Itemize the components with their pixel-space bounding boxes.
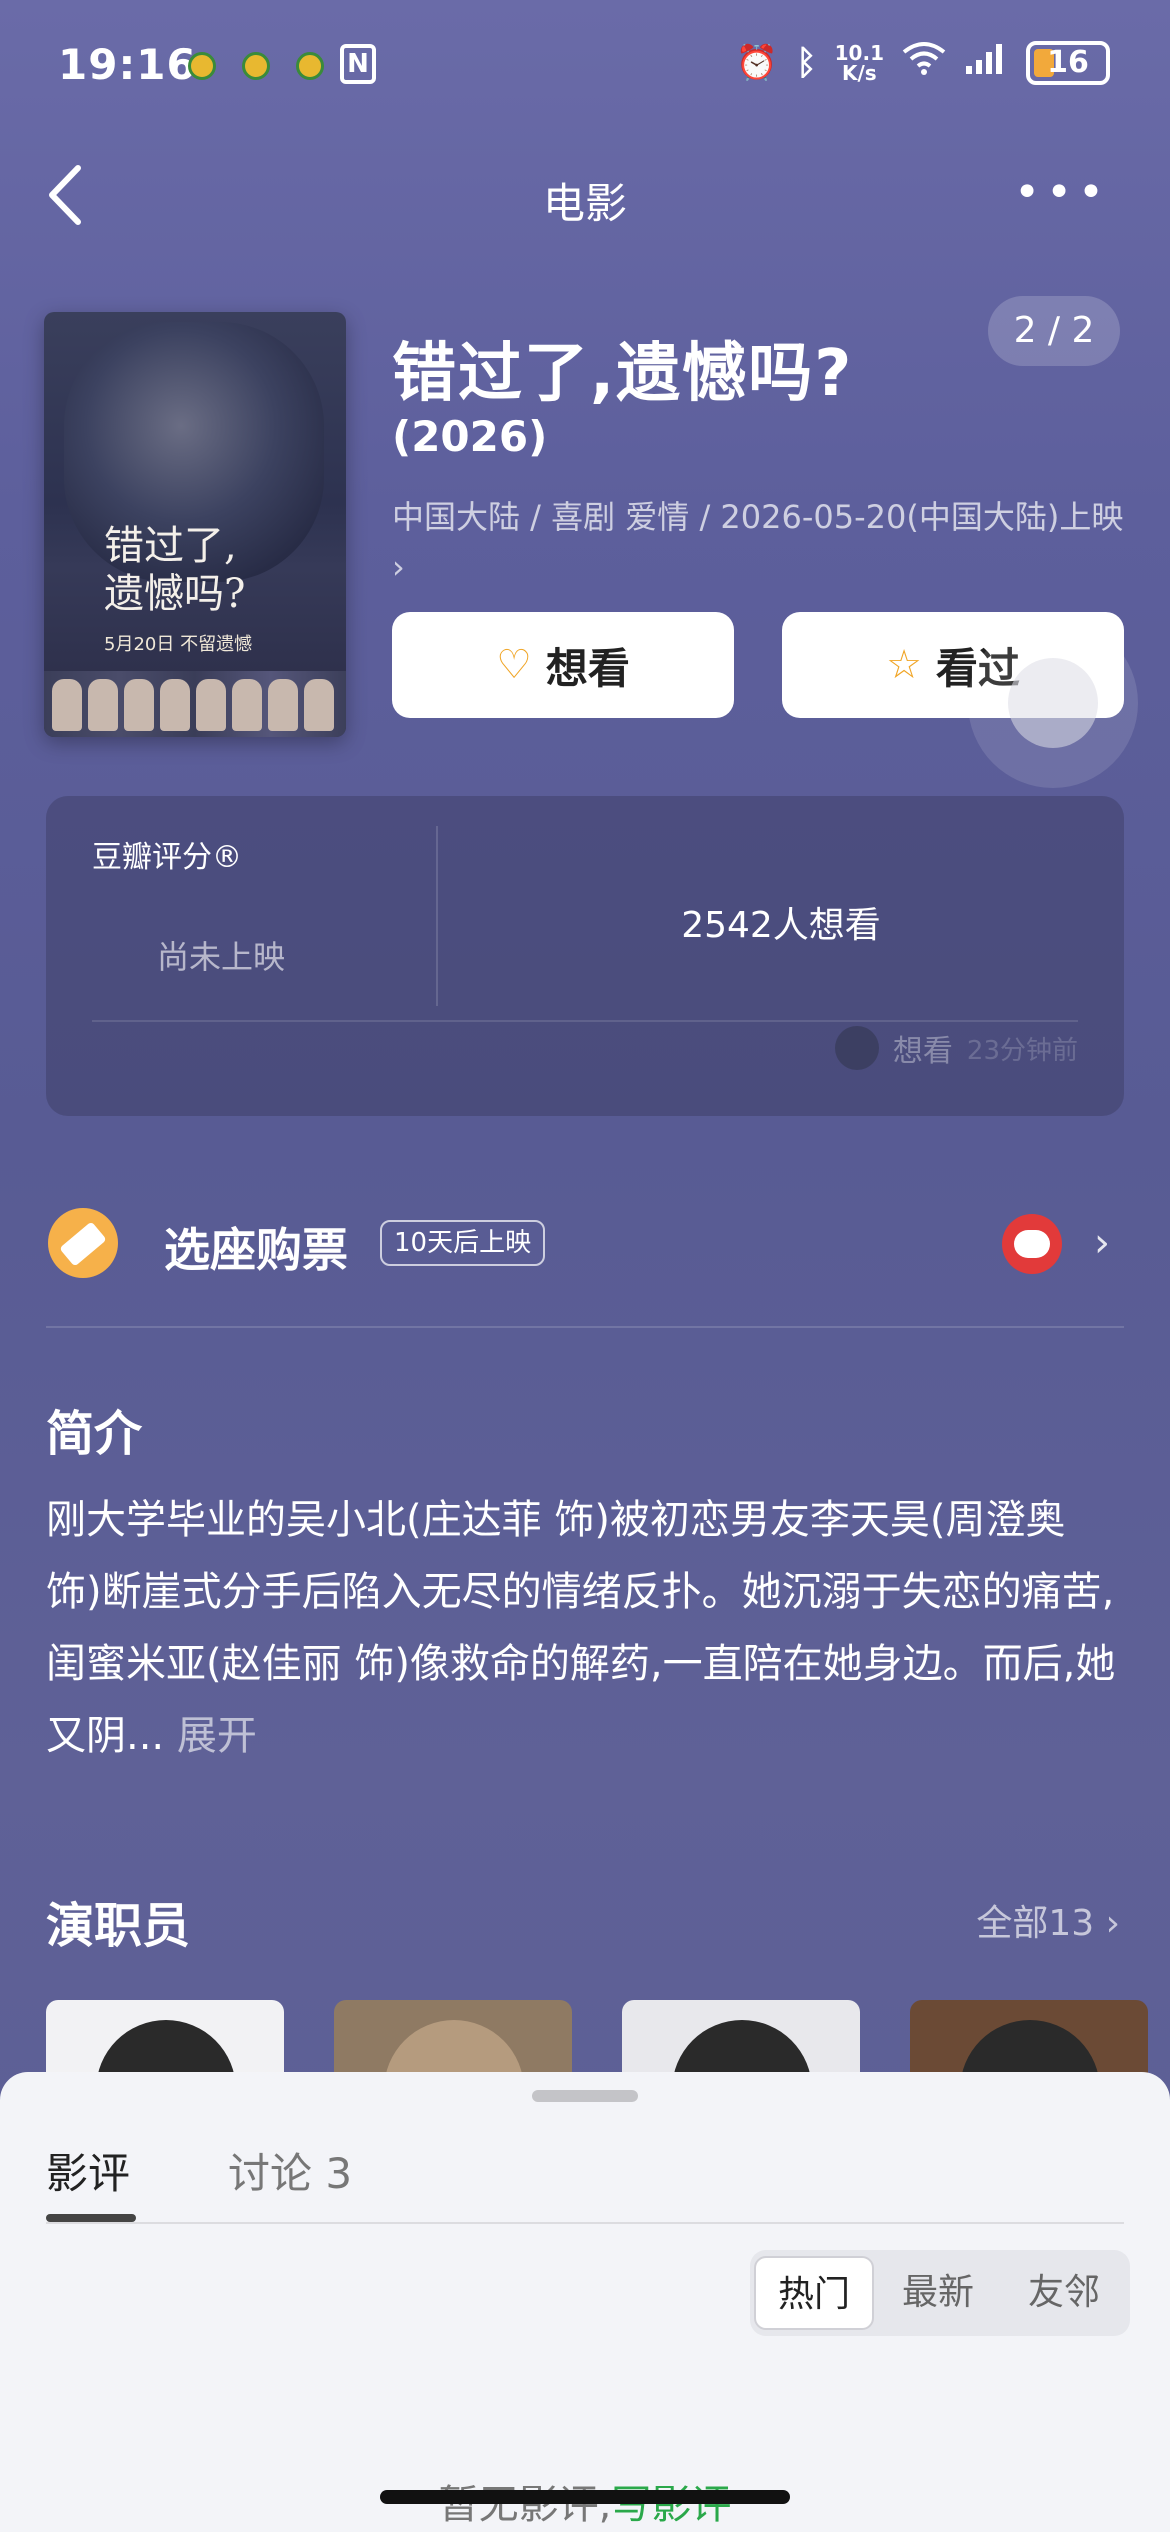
maoyan-cat-icon	[1002, 1214, 1062, 1274]
cast-card[interactable]	[46, 2000, 284, 2080]
want-label: 想看	[545, 643, 630, 693]
poster-cast-strip	[44, 671, 346, 737]
synopsis-text: 刚大学毕业的吴小北(庄达菲 饰)被初恋男友李天昊(周澄奥 饰)断崖式分手后陷入无…	[46, 1484, 1126, 1772]
battery-percent: 16	[1047, 44, 1089, 80]
ticket-icon	[48, 1208, 118, 1278]
tab-reviews[interactable]: 影评	[46, 2140, 130, 2201]
cast-view-all-link[interactable]: 全部13 ›	[976, 1894, 1120, 1946]
release-countdown-badge: 10天后上映	[380, 1220, 546, 1266]
empty-text: 暂无影评,	[438, 2482, 612, 2528]
rating-hdivider	[92, 1020, 1078, 1022]
cast-photo	[96, 2020, 236, 2080]
cast-card[interactable]	[910, 2000, 1148, 2080]
want-count: 2542人想看	[681, 905, 881, 946]
app-notification-icon	[296, 52, 324, 80]
nfc-icon: N	[340, 44, 376, 84]
expand-link[interactable]: 展开	[177, 1713, 257, 1759]
alarm-icon: ⏰	[735, 42, 779, 83]
floating-ball-inner	[1008, 658, 1098, 748]
movie-year: (2026)	[392, 412, 548, 461]
recent-action: 想看	[892, 1034, 953, 1069]
rating-status: 尚未上映	[156, 938, 285, 976]
buy-ticket-label[interactable]: 选座购票	[164, 1214, 348, 1280]
status-bar: 19:16 N ⏰ ᛒ 10.1 K/s 16	[0, 0, 1170, 140]
movie-poster[interactable]: 错过了, 遗憾吗? 5月20日 不留遗憾	[44, 312, 346, 737]
network-speed: 10.1 K/s	[835, 43, 884, 83]
sort-newest[interactable]: 最新	[878, 2256, 998, 2330]
rating-label: 豆瓣评分®	[92, 840, 242, 875]
sort-segmented-control: 热门 最新 友邻	[750, 2250, 1130, 2336]
bluetooth-icon: ᛒ	[796, 42, 817, 83]
floating-assistive-button[interactable]	[968, 618, 1138, 788]
cast-photo	[672, 2020, 812, 2080]
reviews-bottom-sheet[interactable]: 影评 讨论 3 热门 最新 友邻 暂无影评,写影评	[0, 2072, 1170, 2532]
tab-divider	[46, 2222, 1124, 2224]
status-right-icons: ⏰ ᛒ 10.1 K/s 16	[736, 40, 1110, 85]
cast-card[interactable]	[334, 2000, 572, 2080]
status-time: 19:16	[58, 40, 197, 89]
page-title: 电影	[542, 179, 627, 228]
poster-title-line2: 遗憾吗?	[104, 571, 246, 617]
page-indicator: 2 / 2	[988, 296, 1120, 366]
battery-icon: 16	[1026, 40, 1110, 85]
movie-title: 错过了,遗憾吗?	[392, 337, 854, 411]
heart-plus-icon: ♡	[496, 642, 532, 688]
avatar	[834, 1026, 879, 1070]
star-icon: ☆	[886, 642, 922, 688]
recent-activity: 想看 23分钟前	[834, 1026, 1078, 1070]
tab-indicator	[46, 2214, 136, 2222]
recent-time: 23分钟前	[966, 1035, 1078, 1066]
write-review-link[interactable]: 写影评	[611, 2482, 731, 2528]
chevron-right-icon[interactable]: ›	[1094, 1220, 1110, 1266]
movie-meta[interactable]: 中国大陆 / 喜剧 爱情 / 2026-05-20(中国大陆)上映 ›	[392, 492, 1132, 592]
section-divider	[46, 1326, 1124, 1328]
want-to-watch-button[interactable]: ♡ 想看	[392, 612, 734, 718]
sort-friends[interactable]: 友邻	[1004, 2256, 1124, 2330]
cast-photo	[960, 2020, 1100, 2080]
app-notification-icon	[188, 52, 216, 80]
wifi-icon	[902, 40, 946, 85]
cast-card[interactable]	[622, 2000, 860, 2080]
app-notification-icon	[242, 52, 270, 80]
cast-photo	[384, 2020, 524, 2080]
poster-title: 错过了, 遗憾吗?	[104, 522, 245, 618]
synopsis-title: 简介	[46, 1406, 143, 1462]
cast-title: 演职员	[46, 1898, 191, 1954]
home-indicator[interactable]	[380, 2490, 790, 2504]
poster-release: 5月20日 不留遗憾	[104, 634, 253, 655]
sort-hot[interactable]: 热门	[754, 2256, 874, 2330]
speed-unit: K/s	[841, 60, 877, 85]
poster-title-line1: 错过了,	[104, 523, 237, 569]
tab-discussions[interactable]: 讨论 3	[228, 2140, 352, 2201]
sheet-drag-handle[interactable]	[532, 2090, 638, 2102]
signal-icon	[964, 40, 1008, 85]
more-options-icon[interactable]: •••	[1014, 171, 1110, 215]
rating-card[interactable]: 豆瓣评分® 尚未上映 2542人想看 想看 23分钟前	[46, 796, 1124, 1116]
